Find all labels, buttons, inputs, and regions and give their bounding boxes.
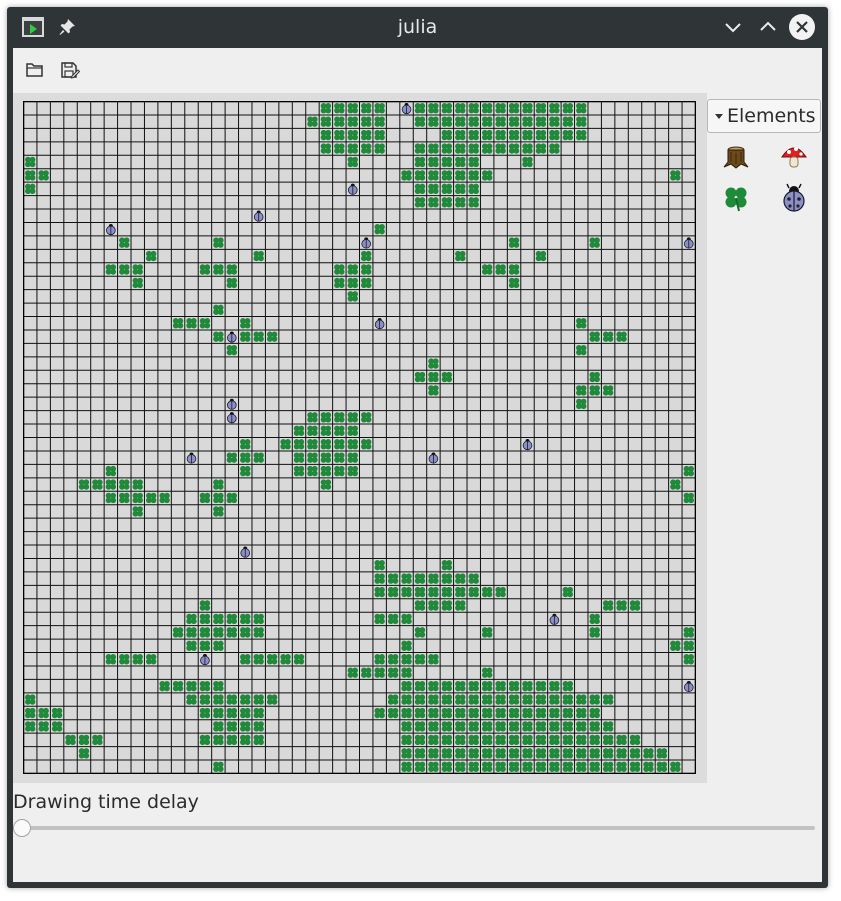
client-area: Elements Drawing time delay [13, 48, 822, 882]
minimize-button[interactable] [721, 15, 745, 39]
close-button[interactable] [789, 14, 815, 40]
maximize-button[interactable] [756, 15, 780, 39]
dropdown-arrow-icon [715, 114, 723, 119]
close-icon [796, 21, 808, 33]
ladybug-icon[interactable] [779, 183, 809, 213]
board-frame [13, 93, 707, 783]
save-as-button[interactable] [57, 57, 83, 83]
elements-dropdown[interactable]: Elements [707, 99, 821, 133]
delay-slider-handle[interactable] [13, 819, 31, 837]
toolbar [13, 48, 822, 92]
clover-icon[interactable] [721, 183, 751, 213]
title-bar[interactable]: julia [7, 7, 828, 48]
mushroom-icon[interactable] [779, 142, 809, 172]
pin-icon[interactable] [57, 17, 77, 37]
elements-panel: Elements [707, 93, 822, 233]
window-title: julia [397, 16, 438, 38]
save-icon [61, 62, 81, 79]
tree-stump-icon[interactable] [721, 142, 751, 172]
application-window: julia Elements Drawing time delay [7, 7, 828, 888]
elements-label: Elements [727, 105, 816, 127]
game-board-grid[interactable] [23, 101, 696, 774]
chevron-up-icon [760, 21, 776, 31]
delay-slider-track[interactable] [21, 826, 815, 830]
drawing-delay-label: Drawing time delay [13, 791, 199, 813]
chevron-down-icon [725, 23, 741, 33]
play-icon [22, 17, 44, 37]
open-button[interactable] [22, 57, 48, 83]
folder-open-icon [26, 63, 43, 77]
